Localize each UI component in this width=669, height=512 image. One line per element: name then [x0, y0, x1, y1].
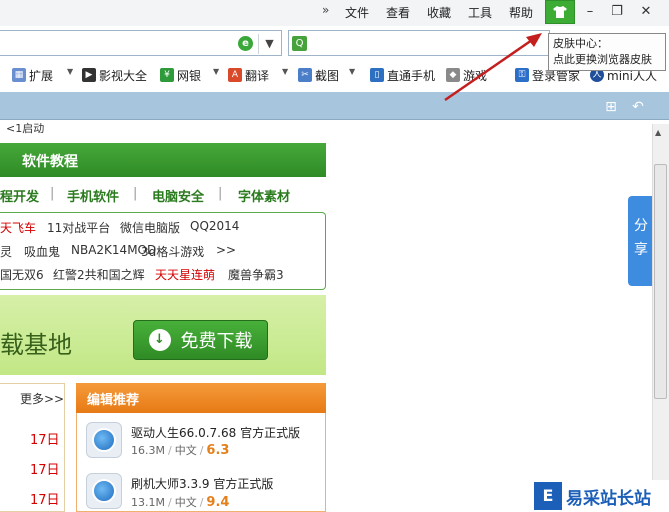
browser-window: » 文件 查看 收藏 工具 帮助 – ❐ ✕ e ▼ Q ▦ 扩展 ▼ ▶ 影视大全…: [0, 0, 669, 512]
watermark-text: 易采站长站: [566, 488, 651, 509]
skin-tooltip: 皮肤中心： 点此更换浏览器皮肤: [548, 33, 666, 71]
watermark-logo: E: [534, 482, 562, 510]
annotation-arrow: [444, 33, 542, 102]
watermark: E 易采站长站: [534, 480, 669, 512]
